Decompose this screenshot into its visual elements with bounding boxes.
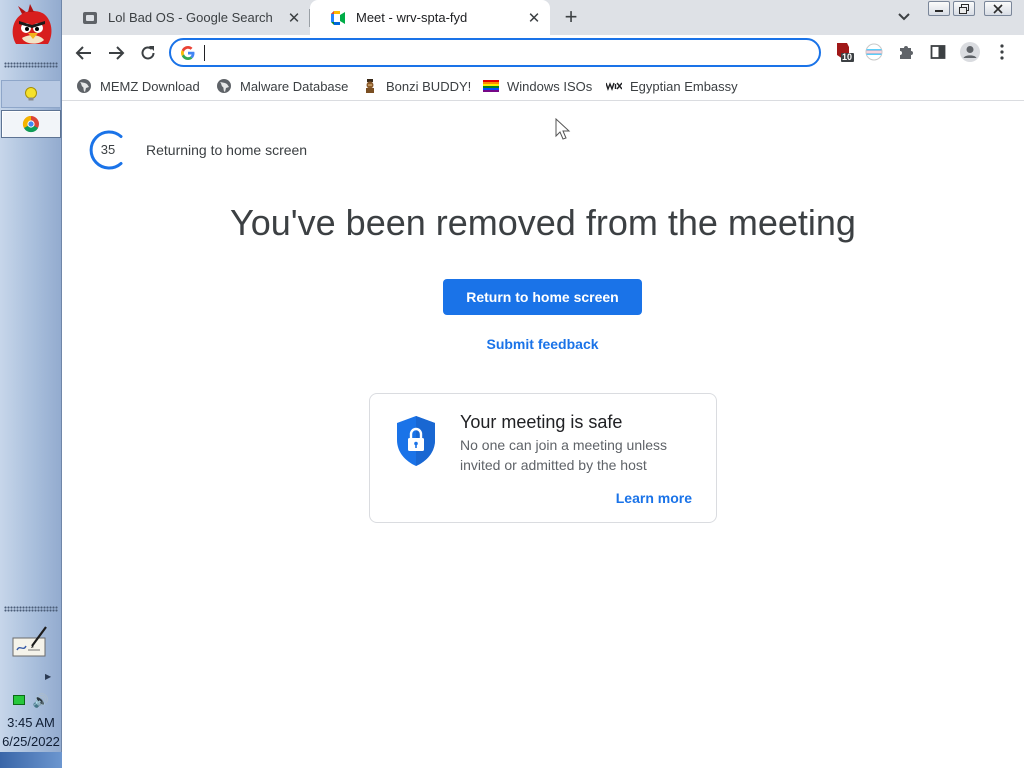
browser-window: Lol Bad OS - Google Search ✕ Meet - wrv-…	[62, 0, 1024, 768]
minimize-button[interactable]	[928, 1, 950, 16]
address-bar[interactable]	[169, 38, 821, 67]
taskbar-bottom-strip	[0, 752, 62, 768]
safe-card-body: No one can join a meeting unless invited…	[460, 437, 668, 473]
bookmark-malware-database[interactable]: Malware Database	[216, 76, 348, 96]
network-status-icon[interactable]	[12, 695, 25, 705]
tab-close-icon[interactable]: ✕	[522, 9, 546, 27]
new-tab-button[interactable]: +	[558, 3, 584, 31]
bookmark-label: MEMZ Download	[100, 78, 200, 94]
bookmark-label: Windows ISOs	[507, 78, 593, 94]
taskbar-grip-bottom[interactable]	[4, 606, 58, 612]
minimize-icon	[935, 10, 943, 12]
restore-icon	[959, 4, 969, 14]
signature-check-icon[interactable]	[10, 624, 50, 662]
taskbar: ▶ 🔊 3:45 AM 6/25/2022	[0, 0, 62, 768]
tab-search-chevron-icon[interactable]	[894, 6, 914, 26]
google-meet-icon	[331, 10, 345, 25]
globe-icon	[77, 79, 91, 93]
bookmark-windows-isos[interactable]: Windows ISOs	[483, 76, 592, 96]
meet-page: 35 Returning to home screen You've been …	[62, 102, 1024, 768]
browser-menu-button[interactable]	[990, 40, 1014, 64]
forward-button[interactable]	[102, 39, 130, 67]
forward-arrow-icon	[109, 46, 125, 60]
shield-lock-icon	[397, 416, 435, 466]
close-window-button[interactable]	[984, 1, 1012, 16]
learn-more-link[interactable]: Learn more	[616, 490, 692, 506]
restore-button[interactable]	[953, 1, 975, 16]
submit-feedback-link[interactable]: Submit feedback	[443, 336, 642, 352]
bookmark-bonzi-buddy[interactable]: Bonzi BUDDY!	[362, 76, 471, 96]
side-panel-icon	[930, 45, 946, 59]
taskbar-task-chrome[interactable]	[1, 110, 61, 138]
reload-button[interactable]	[134, 39, 162, 67]
google-page-icon	[83, 11, 97, 24]
angry-bird-logo-icon[interactable]	[8, 4, 54, 50]
tab-title: Lol Bad OS - Google Search	[108, 10, 273, 25]
extensions-button[interactable]	[894, 40, 918, 64]
clock-time[interactable]: 3:45 AM	[0, 715, 62, 730]
bookmarks-bar: MEMZ Download Malware Database Bonzi BUD…	[62, 71, 1024, 101]
bookmark-egyptian-embassy[interactable]: Egyptian Embassy	[606, 76, 738, 96]
tab-close-icon[interactable]: ✕	[282, 9, 306, 27]
browser-toolbar: 10	[62, 35, 1024, 71]
reload-icon	[141, 46, 155, 60]
countdown-value: 35	[100, 142, 116, 157]
puzzle-icon	[900, 46, 913, 59]
bookmark-label: Bonzi BUDDY!	[386, 78, 472, 94]
mouse-pointer-icon	[555, 118, 571, 140]
system-tray: 🔊	[0, 690, 62, 710]
extension-flag-button[interactable]	[862, 40, 886, 64]
back-arrow-icon	[75, 46, 91, 60]
globe-icon	[217, 79, 231, 93]
return-home-button[interactable]: Return to home screen	[443, 279, 642, 315]
bookmark-memz-download[interactable]: MEMZ Download	[76, 76, 200, 96]
bookmark-label: Malware Database	[240, 78, 349, 94]
page-title: You've been removed from the meeting	[230, 202, 856, 243]
countdown-timer: 35	[88, 130, 128, 170]
tab-google-search[interactable]: Lol Bad OS - Google Search ✕	[62, 0, 310, 35]
rainbow-flag-icon	[483, 80, 499, 92]
trans-flag-extension-icon	[865, 43, 883, 61]
text-caret	[204, 45, 205, 61]
speaker-volume-icon[interactable]: 🔊	[33, 694, 49, 707]
wix-icon	[606, 82, 622, 92]
back-button[interactable]	[70, 39, 98, 67]
kebab-menu-icon	[1000, 44, 1004, 60]
profile-button[interactable]	[958, 40, 982, 64]
bonzi-icon	[366, 79, 374, 93]
meeting-safe-card: Your meeting is safe No one can join a m…	[369, 393, 717, 523]
chrome-icon	[22, 115, 39, 133]
side-panel-button[interactable]	[926, 40, 950, 64]
clock-date[interactable]: 6/25/2022	[0, 734, 62, 749]
extension-badge-count: 10	[842, 52, 853, 62]
lightbulb-icon	[25, 87, 37, 101]
taskbar-task-lightbulb[interactable]	[1, 80, 61, 108]
tab-meet[interactable]: Meet - wrv-spta-fyd ✕	[310, 0, 550, 35]
close-icon	[993, 4, 1003, 14]
profile-avatar-icon	[960, 42, 980, 62]
bookmark-label: Egyptian Embassy	[630, 78, 738, 94]
returning-text: Returning to home screen	[146, 142, 308, 158]
safe-card-title: Your meeting is safe	[460, 412, 623, 432]
tray-expand-arrow-icon[interactable]: ▶	[45, 672, 51, 681]
google-g-icon	[181, 46, 195, 60]
tab-title: Meet - wrv-spta-fyd	[356, 10, 468, 25]
extension-puzzle-badge-button[interactable]: 10	[832, 40, 856, 64]
tab-strip: Lol Bad OS - Google Search ✕ Meet - wrv-…	[62, 0, 1024, 35]
address-input[interactable]	[207, 43, 807, 63]
taskbar-grip[interactable]	[4, 62, 58, 68]
